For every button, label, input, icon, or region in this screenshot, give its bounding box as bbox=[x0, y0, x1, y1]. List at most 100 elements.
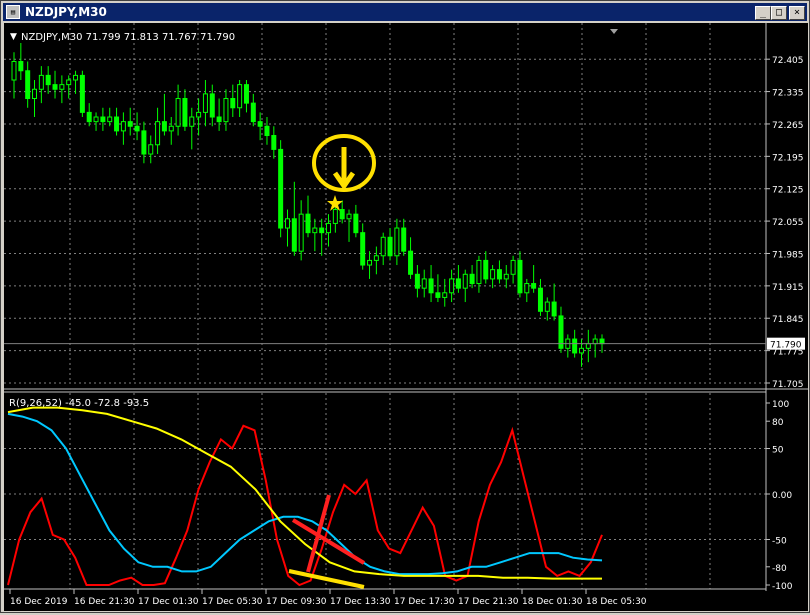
price-tick-label: 71.705 bbox=[772, 380, 804, 390]
close-button[interactable]: × bbox=[789, 6, 805, 20]
maximize-button[interactable]: □ bbox=[771, 6, 787, 20]
candle-body bbox=[175, 98, 181, 127]
chart-window: ▤ NZDJPY,M30 _ □ × ▼ NZDJPY,M30 71.799 7… bbox=[0, 0, 810, 613]
candle-body bbox=[38, 74, 44, 90]
one-click-trading-icon[interactable] bbox=[610, 29, 618, 34]
candle-body bbox=[551, 301, 557, 317]
time-tick-label: 18 Dec 01:30 bbox=[522, 597, 583, 607]
candle-body bbox=[209, 93, 215, 118]
candle-body bbox=[93, 116, 99, 123]
ind-tick-label: -100 bbox=[772, 582, 793, 592]
candle-body bbox=[490, 269, 496, 280]
candle-body bbox=[216, 116, 222, 123]
title-bar[interactable]: ▤ NZDJPY,M30 _ □ × bbox=[3, 3, 807, 21]
candle-body bbox=[202, 93, 208, 113]
candle-body bbox=[517, 259, 523, 294]
candle-body bbox=[86, 111, 92, 123]
time-tick-label: 17 Dec 05:30 bbox=[202, 597, 263, 607]
candle-body bbox=[18, 61, 24, 72]
candle-body bbox=[312, 227, 318, 234]
window-title: NZDJPY,M30 bbox=[25, 5, 107, 19]
candle-body bbox=[524, 283, 530, 294]
ind-tick-label: 80 bbox=[772, 418, 784, 428]
ind-tick-label: -50 bbox=[772, 537, 787, 547]
candle-body bbox=[52, 84, 58, 90]
candle-body bbox=[230, 98, 236, 109]
candle-body bbox=[305, 213, 311, 234]
candle-body bbox=[59, 84, 65, 90]
panel-frames bbox=[4, 23, 808, 591]
candle-body bbox=[435, 292, 441, 298]
chart-marker-icon[interactable]: ▼ bbox=[10, 32, 17, 42]
candle-body bbox=[237, 84, 243, 109]
candle-body bbox=[161, 121, 167, 132]
candle-body bbox=[455, 278, 461, 289]
candle-body bbox=[79, 74, 85, 113]
minimize-button[interactable]: _ bbox=[755, 6, 771, 20]
price-tick-label: 72.195 bbox=[772, 153, 804, 163]
candle-body bbox=[592, 338, 598, 345]
time-tick-label: 16 Dec 2019 bbox=[10, 597, 68, 607]
candle-body bbox=[510, 259, 516, 275]
candle-body bbox=[196, 111, 202, 118]
candle-body bbox=[339, 209, 345, 220]
candle-body bbox=[408, 250, 414, 275]
candle-body bbox=[544, 301, 550, 312]
candle-body bbox=[45, 74, 51, 86]
candle-body bbox=[141, 130, 147, 155]
chart-svg[interactable]: ▼ NZDJPY,M30 71.799 71.813 71.767 71.790… bbox=[4, 23, 808, 611]
candle-body bbox=[257, 121, 263, 127]
indicator-lines bbox=[7, 406, 603, 587]
candle-body bbox=[537, 287, 543, 312]
candle-body bbox=[243, 84, 249, 104]
price-tick-label: 71.985 bbox=[772, 250, 804, 260]
chart-window-icon[interactable]: ▤ bbox=[6, 5, 20, 19]
candle-body bbox=[469, 273, 475, 285]
candle-body bbox=[346, 213, 352, 220]
candle-body bbox=[284, 218, 290, 229]
time-tick-label: 17 Dec 21:30 bbox=[458, 597, 519, 607]
candle-body bbox=[380, 236, 386, 257]
time-tick-label: 17 Dec 17:30 bbox=[394, 597, 455, 607]
price-tick-label: 71.845 bbox=[772, 315, 804, 325]
price-tick-label: 72.125 bbox=[772, 186, 804, 196]
candle-body bbox=[572, 338, 578, 354]
chart-area[interactable]: ▼ NZDJPY,M30 71.799 71.813 71.767 71.790… bbox=[4, 23, 808, 611]
price-tick-label: 72.265 bbox=[772, 121, 804, 131]
candle-body bbox=[107, 116, 113, 123]
candle-body bbox=[483, 259, 489, 280]
candle-body bbox=[114, 116, 120, 132]
candle-body bbox=[298, 213, 304, 252]
chart-grid bbox=[4, 23, 766, 589]
time-tick-label: 17 Dec 01:30 bbox=[138, 597, 199, 607]
current-price-label: 71.790 bbox=[770, 341, 802, 351]
candle-body bbox=[168, 125, 174, 132]
candle-body bbox=[278, 148, 284, 229]
candle-body bbox=[332, 209, 338, 224]
candle-body bbox=[414, 273, 420, 289]
candle-body bbox=[271, 135, 277, 150]
time-tick-label: 17 Dec 09:30 bbox=[266, 597, 327, 607]
ind-tick-label: 50 bbox=[772, 446, 784, 456]
ind-tick-label: 0.00 bbox=[772, 491, 792, 501]
price-tick-label: 71.915 bbox=[772, 283, 804, 293]
time-tick-label: 16 Dec 21:30 bbox=[74, 597, 135, 607]
chart-header-text: NZDJPY,M30 71.799 71.813 71.767 71.790 bbox=[21, 32, 235, 43]
candle-body bbox=[578, 347, 584, 354]
candle-body bbox=[326, 222, 332, 234]
ind-tick-label: 100 bbox=[772, 400, 789, 410]
candle-body bbox=[223, 98, 229, 123]
candle-body bbox=[599, 338, 605, 345]
candle-body bbox=[421, 278, 427, 289]
axes-labels: 72.405 72.335 72.265 72.195 72.125 72.055 71.9… bbox=[4, 56, 805, 607]
candle-body bbox=[476, 259, 482, 285]
candle-body bbox=[11, 61, 17, 81]
candle-body bbox=[32, 88, 38, 100]
ind-tick-label: -80 bbox=[772, 564, 787, 574]
candle-body bbox=[25, 70, 31, 100]
price-tick-label: 72.405 bbox=[772, 56, 804, 66]
candle-body bbox=[428, 278, 434, 294]
candle-body bbox=[291, 218, 297, 252]
candle-body bbox=[496, 269, 502, 280]
candle-body bbox=[155, 121, 161, 146]
